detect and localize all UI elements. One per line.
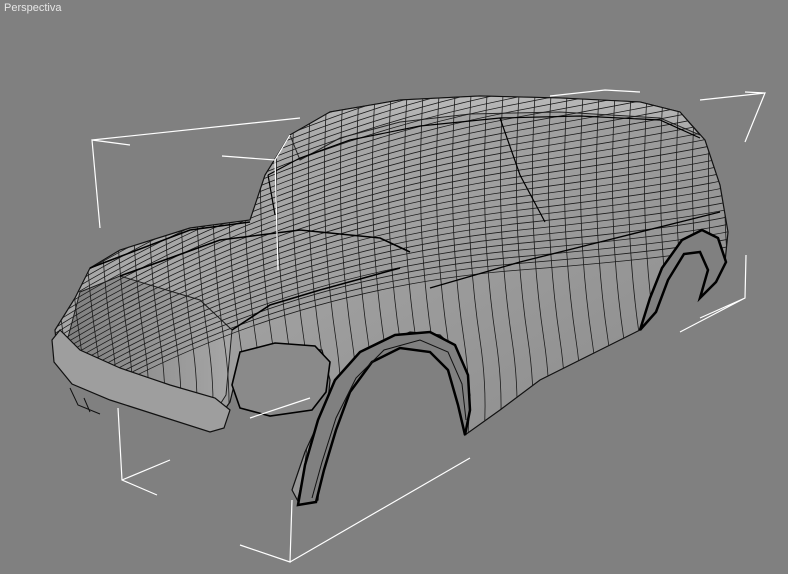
wire-line <box>707 96 728 505</box>
bracket-top-right <box>699 91 766 143</box>
wire-line <box>20 80 53 560</box>
scene-canvas[interactable] <box>0 0 788 574</box>
perspective-viewport[interactable]: Perspectiva <box>0 0 788 574</box>
bracket-bottom-center <box>239 457 471 563</box>
bracket-bottom-left <box>117 407 171 496</box>
headlight-opening[interactable] <box>231 342 331 417</box>
bracket-top-center-2 <box>549 89 641 97</box>
